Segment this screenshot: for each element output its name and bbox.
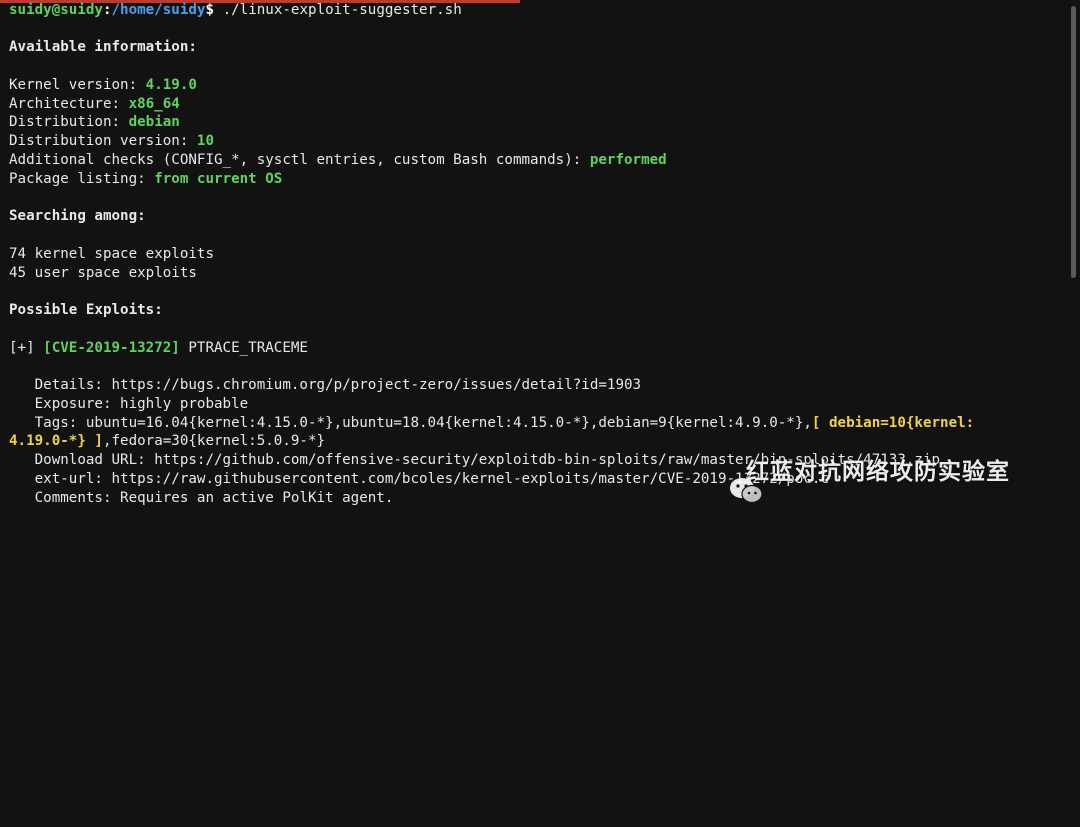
exploit-tags-highlight-cont: 4.19.0-*} ] xyxy=(9,433,103,449)
exploit-tags-line: Tags: ubuntu=16.04{kernel:4.15.0-*},ubun… xyxy=(9,414,975,433)
distribution-label: Distribution: xyxy=(9,114,129,130)
prompt-line: suidy@suidy:/home/suidy$ ./linux-exploit… xyxy=(9,1,462,20)
additional-checks-line: Additional checks (CONFIG_*, sysctl entr… xyxy=(9,151,667,170)
distribution-version-value: 10 xyxy=(196,133,215,149)
info-heading: Available information: xyxy=(9,39,197,55)
exploits-heading: Possible Exploits: xyxy=(9,302,163,318)
architecture-label: Architecture: xyxy=(9,96,129,112)
package-listing-value: from current OS xyxy=(154,171,283,187)
kernel-version-line: Kernel version: 4.19.0 xyxy=(9,76,197,95)
exploit-tags-continuation: 4.19.0-*} ],fedora=30{kernel:5.0.9-*} xyxy=(9,432,325,451)
prompt-user-host: suidy@suidy xyxy=(9,2,103,18)
watermark: 红蓝对抗网络攻防实验室 xyxy=(702,452,1010,503)
scrollbar[interactable] xyxy=(1071,6,1076,278)
exploit-comments: Comments: Requires an active PolKit agen… xyxy=(9,490,394,506)
kernel-exploit-count: 74 kernel space exploits xyxy=(9,246,214,262)
additional-checks-value: performed xyxy=(589,152,667,168)
exploit-cve-id: [CVE-2019-13272] xyxy=(43,340,180,356)
exploit-exposure-line: Exposure: highly probable xyxy=(9,396,249,412)
exploit-tags-prefix: Tags: ubuntu=16.04{kernel:4.15.0-*},ubun… xyxy=(9,415,812,431)
prompt-symbol: $ xyxy=(205,2,223,18)
architecture-line: Architecture: x86_64 xyxy=(9,95,180,114)
distribution-value: debian xyxy=(128,114,180,130)
distribution-version-line: Distribution version: 10 xyxy=(9,132,214,151)
terminal-window[interactable]: suidy@suidy:/home/suidy$ ./linux-exploit… xyxy=(0,0,1080,523)
prompt-path: /home/suidy xyxy=(111,2,206,18)
exploit-tags-suffix: ,fedora=30{kernel:5.0.9-*} xyxy=(102,433,326,449)
package-listing-label: Package listing: xyxy=(9,171,155,187)
exploit-prefix: [+] xyxy=(9,340,44,356)
exploit-tags-highlight: [ debian=10{kernel: xyxy=(811,415,975,431)
user-exploit-count: 45 user space exploits xyxy=(9,265,197,281)
search-heading: Searching among: xyxy=(9,208,146,224)
watermark-text: 红蓝对抗网络攻防实验室 xyxy=(746,458,1010,485)
prompt-separator: : xyxy=(102,2,112,18)
wechat-icon xyxy=(702,457,763,503)
exploit-details-line[interactable]: Details: https://bugs.chromium.org/p/pro… xyxy=(9,376,641,395)
architecture-value: x86_64 xyxy=(128,96,180,112)
kernel-version-label: Kernel version: xyxy=(9,77,146,93)
additional-checks-label: Additional checks (CONFIG_*, sysctl entr… xyxy=(9,152,590,168)
distribution-line: Distribution: debian xyxy=(9,113,180,132)
distribution-version-label: Distribution version: xyxy=(9,133,197,149)
exploit-entry-header: [+] [CVE-2019-13272] PTRACE_TRACEME xyxy=(9,339,308,358)
package-listing-line: Package listing: from current OS xyxy=(9,170,282,189)
exploit-name: PTRACE_TRACEME xyxy=(179,340,308,356)
command-text: ./linux-exploit-suggester.sh xyxy=(222,2,462,18)
kernel-version-value: 4.19.0 xyxy=(145,77,197,93)
